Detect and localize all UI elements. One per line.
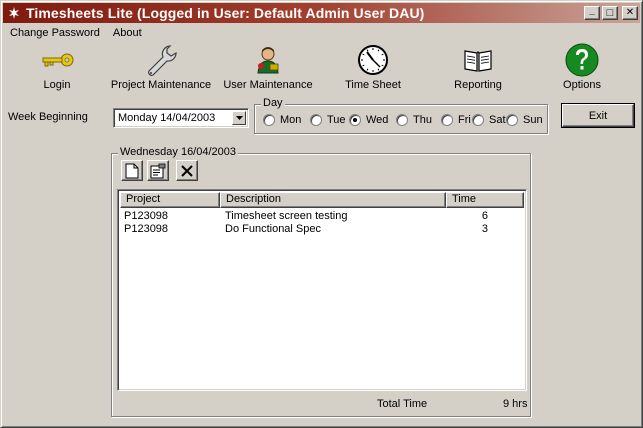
edit-document-icon (150, 163, 166, 178)
delete-icon (181, 164, 193, 177)
day-radio-label: Sun (523, 114, 543, 126)
day-groupbox: Day Mon Tue Wed Thu Fri Sat Sun (254, 97, 548, 134)
table-row[interactable]: P123098 Timesheet screen testing 6 (120, 210, 524, 223)
menu-bar: Change Password About (3, 24, 640, 42)
toolbar-label: User Maintenance (223, 79, 313, 91)
delete-entry-button[interactable] (176, 160, 198, 181)
day-radio-label: Tue (327, 114, 346, 126)
cell-description: Do Functional Spec (225, 223, 321, 235)
help-icon (562, 43, 602, 77)
day-radio-wed[interactable]: Wed (349, 114, 388, 126)
toolbar-label: Time Sheet (345, 79, 401, 91)
dropdown-arrow-button[interactable] (232, 111, 246, 125)
radio-circle (349, 114, 361, 126)
exit-button[interactable]: Exit (561, 103, 635, 128)
day-radio-label: Thu (413, 114, 432, 126)
maximize-icon: □ (606, 6, 614, 19)
key-icon (37, 43, 77, 77)
user-icon (248, 43, 288, 77)
radio-selected-dot (353, 118, 357, 122)
cell-description: Timesheet screen testing (225, 210, 348, 222)
radio-circle (472, 114, 484, 126)
week-beginning-value: Monday 14/04/2003 (118, 112, 216, 124)
column-header-time[interactable]: Time (446, 192, 524, 208)
exit-button-label: Exit (588, 109, 608, 122)
toolbar-label: Reporting (454, 79, 502, 91)
toolbar-label: Project Maintenance (110, 79, 212, 91)
day-legend: Day (261, 97, 285, 109)
radio-circle (310, 114, 322, 126)
cell-time: 6 (481, 210, 488, 222)
minimize-button[interactable]: _ (584, 6, 600, 20)
maximize-button[interactable]: □ (602, 6, 618, 20)
table-header: Project Description Time (120, 192, 524, 208)
day-radio-sun[interactable]: Sun (506, 114, 543, 126)
toolbar-reporting-button[interactable]: Reporting (451, 43, 505, 95)
minimize-icon: _ (589, 5, 595, 16)
day-radio-label: Sat (489, 114, 506, 126)
day-radio-fri[interactable]: Fri (441, 114, 471, 126)
book-icon (458, 43, 498, 77)
menu-change-password[interactable]: Change Password (3, 27, 106, 39)
week-beginning-label: Week Beginning (8, 111, 88, 123)
radio-circle (506, 114, 518, 126)
toolbar-login-button[interactable]: Login (35, 43, 79, 95)
cell-project: P123098 (124, 210, 169, 222)
day-radio-tue[interactable]: Tue (310, 114, 346, 126)
day-radio-thu[interactable]: Thu (396, 114, 432, 126)
close-button[interactable]: ✕ (622, 6, 638, 20)
column-header-project[interactable]: Project (120, 192, 220, 208)
column-header-description[interactable]: Description (220, 192, 446, 208)
week-beginning-select[interactable]: Monday 14/04/2003 (113, 108, 249, 128)
day-radio-label: Mon (280, 114, 302, 126)
toolbar-user-maintenance-button[interactable]: User Maintenance (223, 43, 313, 95)
toolbar-project-maintenance-button[interactable]: Project Maintenance (111, 43, 211, 95)
new-document-icon (125, 163, 139, 178)
close-icon: ✕ (625, 7, 635, 18)
edit-entry-button[interactable] (147, 160, 169, 181)
title-bar[interactable]: Timesheets Lite (Logged in User: Default… (3, 3, 640, 23)
radio-circle (441, 114, 453, 126)
wrench-icon (141, 43, 181, 77)
cell-time: 3 (481, 223, 488, 235)
radio-circle (263, 114, 275, 126)
clock-icon (353, 43, 393, 77)
timesheet-entries-table[interactable]: Project Description Time P123098 Timeshee… (117, 189, 527, 391)
day-radio-label: Fri (458, 114, 471, 126)
toolbar-label: Options (563, 79, 601, 91)
cell-project: P123098 (124, 223, 169, 235)
toolbar-time-sheet-button[interactable]: Time Sheet (343, 43, 403, 95)
toolbar-options-button[interactable]: Options (559, 43, 605, 95)
radio-circle (396, 114, 408, 126)
entries-legend: Wednesday 16/04/2003 (118, 146, 238, 158)
toolbar: Login Project Maintenance User Maintenan… (3, 43, 640, 95)
table-row[interactable]: P123098 Do Functional Spec 3 (120, 223, 524, 236)
total-time-value: 9 hrs (503, 398, 528, 410)
new-entry-button[interactable] (121, 160, 143, 181)
day-radio-label: Wed (366, 114, 389, 126)
day-radio-sat[interactable]: Sat (472, 114, 506, 126)
day-radio-mon[interactable]: Mon (263, 114, 301, 126)
app-icon (6, 5, 22, 21)
window-title: Timesheets Lite (Logged in User: Default… (26, 5, 425, 21)
toolbar-label: Login (43, 79, 71, 91)
menu-about[interactable]: About (106, 27, 148, 39)
total-time-label: Total Time (377, 398, 428, 410)
chevron-down-icon (235, 116, 243, 120)
app-window: Timesheets Lite (Logged in User: Default… (0, 0, 643, 428)
